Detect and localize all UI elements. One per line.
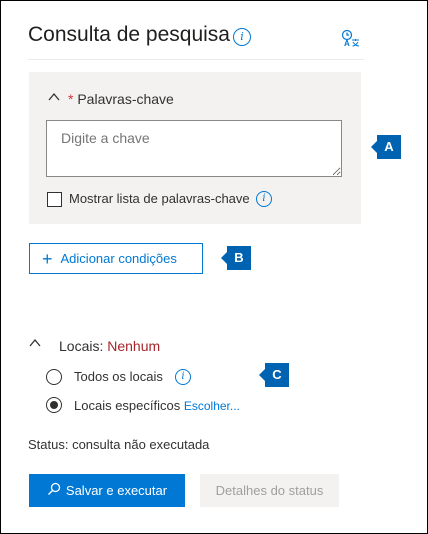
translate-icon[interactable]: A	[341, 29, 361, 49]
add-conditions-label: Adicionar condições	[60, 251, 177, 266]
locations-label-text: Locais:	[59, 338, 104, 354]
keywords-input[interactable]	[46, 120, 342, 177]
all-locations-label: Todos os locais	[74, 369, 163, 384]
locations-label: Locais: Nenhum	[59, 338, 160, 354]
show-keyword-list-label: Mostrar lista de palavras-chave	[69, 191, 250, 206]
all-locations-radio[interactable]	[46, 369, 62, 385]
add-conditions-button[interactable]: + Adicionar condições	[29, 243, 203, 274]
chevron-up-icon[interactable]	[28, 336, 42, 353]
choose-locations-link[interactable]: Escolher...	[184, 399, 240, 413]
specific-locations-radio[interactable]	[46, 397, 62, 413]
callout-b: B	[221, 246, 251, 270]
save-and-run-label: Salvar e executar	[65, 483, 168, 498]
header-divider	[28, 59, 364, 60]
page-title: Consulta de pesquisa	[28, 23, 230, 46]
search-query-panel: Consulta de pesquisa i A * Palavras-chav…	[0, 0, 428, 534]
status-details-button: Detalhes do status	[200, 474, 339, 507]
show-keyword-list-checkbox[interactable]	[47, 192, 62, 207]
specific-locations-text: Locais específicos	[74, 398, 181, 413]
info-icon[interactable]: i	[175, 369, 191, 385]
search-icon	[47, 482, 61, 499]
specific-locations-label: Locais específicos Escolher...	[74, 398, 240, 413]
info-icon[interactable]: i	[233, 28, 251, 46]
callout-c: C	[259, 363, 289, 387]
callout-a: A	[371, 135, 401, 159]
info-icon[interactable]: i	[256, 191, 272, 207]
keywords-label: * Palavras-chave	[68, 91, 174, 107]
locations-value: Nenhum	[107, 338, 161, 354]
plus-icon: +	[42, 248, 53, 269]
svg-text:A: A	[344, 39, 350, 48]
keywords-label-text: Palavras-chave	[77, 91, 174, 107]
required-marker: *	[68, 91, 74, 107]
status-text: Status: consulta não executada	[28, 437, 210, 452]
save-and-run-button[interactable]: Salvar e executar	[29, 474, 185, 507]
chevron-up-icon[interactable]	[47, 90, 61, 107]
